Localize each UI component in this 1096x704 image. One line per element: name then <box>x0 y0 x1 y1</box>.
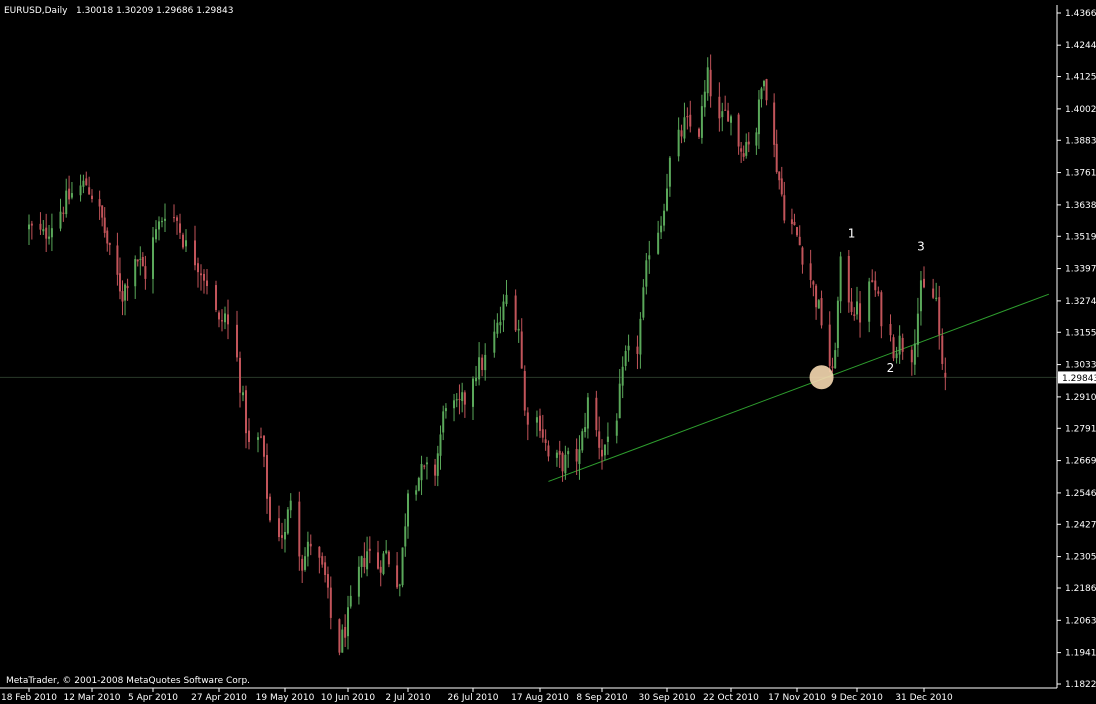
y-tick-label: 1.30330 <box>1065 361 1096 371</box>
highlight-circle <box>809 365 834 390</box>
y-tick-label: 1.25465 <box>1065 489 1096 499</box>
y-tick-label: 1.33970 <box>1065 265 1096 275</box>
y-tick-label: 1.43660 <box>1065 9 1096 19</box>
y-tick-label: 1.24275 <box>1065 520 1096 530</box>
x-tick-label: 18 Feb 2010 <box>1 693 57 703</box>
chart[interactable]: 1 2 3 1.43660 1.42440 1.41250 1.40025 1.38835 1… <box>0 0 1096 704</box>
x-tick-label: 17 Aug 2010 <box>511 693 569 703</box>
y-tick-label: 1.23050 <box>1065 553 1096 563</box>
y-tick-label: 1.36385 <box>1065 201 1096 211</box>
y-tick-label: 1.31555 <box>1065 328 1096 338</box>
candle[interactable] <box>836 296 839 357</box>
candle[interactable] <box>401 547 404 588</box>
y-tick-label: 1.41250 <box>1065 73 1096 83</box>
y-tick-label: 1.40025 <box>1065 105 1096 115</box>
y-tick-label: 1.20635 <box>1065 616 1096 626</box>
chart-header-ohlc: 1.30018 1.30209 1.29686 1.29843 <box>76 6 233 16</box>
candle[interactable] <box>338 618 341 656</box>
y-tick-label: 1.21860 <box>1065 584 1096 594</box>
y-tick-label: 1.29105 <box>1065 393 1096 403</box>
x-tick-label: 9 Dec 2010 <box>831 693 883 703</box>
x-tick-label: 30 Sep 2010 <box>638 693 695 703</box>
x-tick-label: 5 Apr 2010 <box>128 693 178 703</box>
copyright: MetaTrader, © 2001-2008 MetaQuotes Softw… <box>6 676 250 686</box>
x-tick-label: 12 Mar 2010 <box>63 693 120 703</box>
y-tick-label: 1.19410 <box>1065 649 1096 659</box>
candle[interactable] <box>269 493 271 523</box>
x-tick-label: 26 Jul 2010 <box>448 693 499 703</box>
y-tick-label: 1.32745 <box>1065 297 1096 307</box>
candle[interactable] <box>417 476 420 492</box>
x-tick-label: 2 Jul 2010 <box>385 693 430 703</box>
annotation-label: 1 <box>848 227 856 241</box>
candle[interactable] <box>182 232 184 250</box>
candle[interactable] <box>892 334 895 362</box>
y-tick-label: 1.37610 <box>1065 169 1096 179</box>
candle[interactable] <box>286 506 289 535</box>
y-tick-label: 1.26690 <box>1065 457 1096 467</box>
x-tick-label: 27 Apr 2010 <box>191 693 247 703</box>
candle[interactable] <box>817 299 820 309</box>
y-tick-label: 1.18220 <box>1065 680 1096 690</box>
y-tick-label: 1.35195 <box>1065 232 1096 242</box>
candle[interactable] <box>215 280 217 313</box>
annotation-label: 3 <box>917 240 925 254</box>
x-tick-label: 19 May 2010 <box>256 693 315 703</box>
candle[interactable] <box>581 428 584 453</box>
y-tick-label: 1.42440 <box>1065 41 1096 51</box>
current-price-label: 1.29843 <box>1062 374 1096 384</box>
y-tick-label: 1.27915 <box>1065 424 1096 434</box>
candle[interactable] <box>514 289 517 333</box>
candle[interactable] <box>523 365 526 416</box>
annotation-label: 2 <box>887 361 895 375</box>
x-tick-label: 17 Nov 2010 <box>768 693 826 703</box>
chart-header: EURUSD,Daily <box>4 6 68 16</box>
x-tick-label: 8 Sep 2010 <box>576 693 628 703</box>
x-tick-label: 22 Oct 2010 <box>703 693 759 703</box>
y-tick-label: 1.38835 <box>1065 136 1096 146</box>
candle[interactable] <box>382 551 385 576</box>
x-tick-label: 31 Dec 2010 <box>895 693 953 703</box>
x-tick-label: 10 Jun 2010 <box>321 693 375 703</box>
